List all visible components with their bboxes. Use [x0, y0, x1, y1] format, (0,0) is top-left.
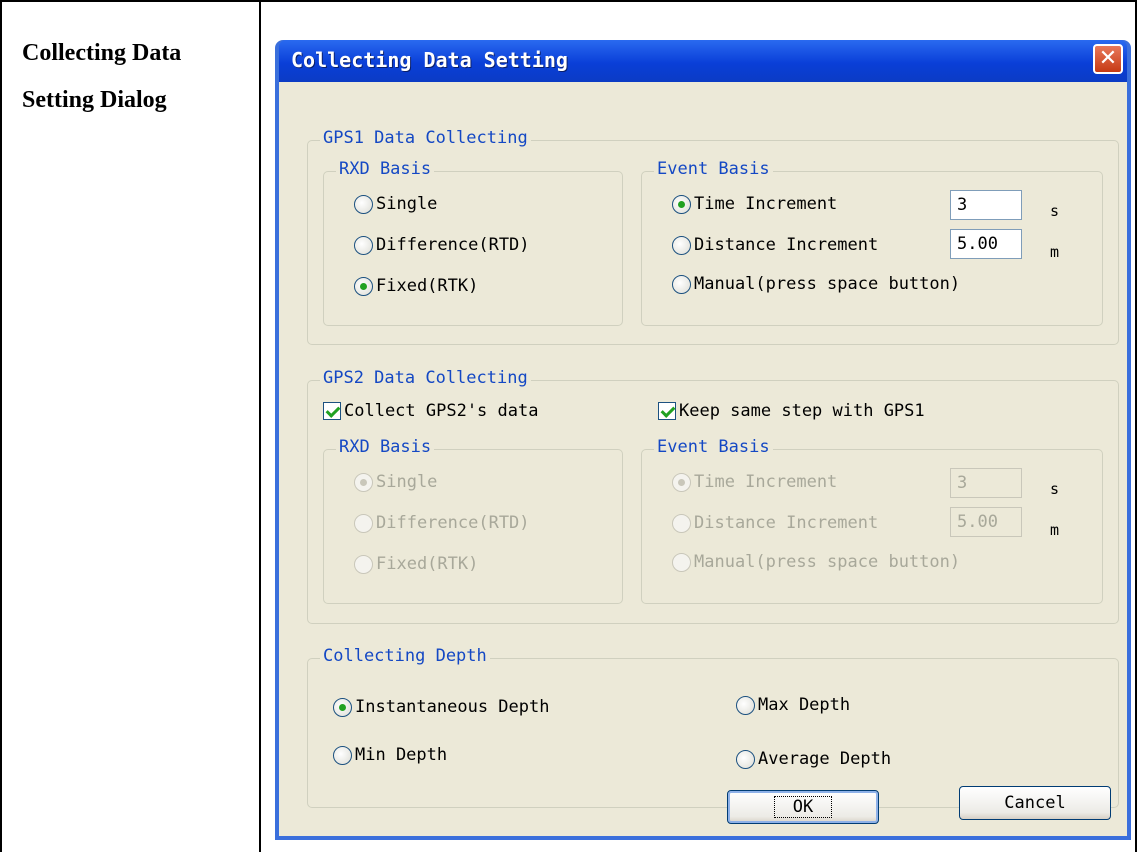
max-depth-label: Max Depth	[758, 695, 851, 715]
gps1-rxd-fixed-radio[interactable]: Fixed(RTK)	[354, 276, 478, 296]
gps1-distance-unit: m	[1050, 243, 1060, 261]
gps2-time-unit: s	[1050, 480, 1060, 498]
gps1-time-unit: s	[1050, 202, 1060, 220]
ok-button-label: OK	[773, 796, 833, 818]
radio-icon	[672, 552, 691, 572]
gps2-rxd-fixed-radio: Fixed(RTK)	[354, 554, 478, 574]
table-row-label: Collecting Data Setting Dialog	[22, 40, 182, 113]
gps2-rxd-legend: RXD Basis	[336, 437, 435, 457]
gps1-distance-increment-radio[interactable]: Distance Increment	[672, 235, 878, 255]
gps2-rxd-single-radio: Single	[354, 472, 437, 492]
max-depth-radio[interactable]: Max Depth	[736, 695, 850, 715]
gps2-time-increment-input	[950, 468, 1022, 498]
gps1-distance-increment-input[interactable]	[950, 229, 1022, 259]
dialog-title: Collecting Data Setting	[291, 48, 568, 72]
keep-same-step-label: Keep same step with GPS1	[679, 401, 925, 421]
keep-same-step-checkbox[interactable]: Keep same step with GPS1	[658, 401, 925, 421]
gps1-time-increment-input[interactable]	[950, 190, 1022, 220]
gps1-event-legend: Event Basis	[654, 159, 773, 179]
gps2-distance-increment-radio: Distance Increment	[672, 513, 878, 533]
gps1-rxd-legend: RXD Basis	[336, 159, 435, 179]
collecting-data-setting-dialog: Collecting Data Setting ✕ GPS1 Data Coll…	[275, 40, 1131, 840]
radio-icon	[354, 513, 373, 533]
radio-checked-icon	[672, 472, 691, 492]
average-depth-radio[interactable]: Average Depth	[736, 749, 891, 769]
close-button[interactable]: ✕	[1093, 44, 1123, 74]
gps2-event-group: Event Basis Time Increment s Distance In…	[641, 437, 1103, 604]
gps2-rxd-difference-radio: Difference(RTD)	[354, 513, 530, 533]
gps1-time-increment-radio[interactable]: Time Increment	[672, 194, 837, 214]
gps2-event-legend: Event Basis	[654, 437, 773, 457]
checkbox-checked-icon	[658, 402, 676, 420]
depth-legend: Collecting Depth	[320, 646, 490, 666]
radio-checked-icon	[354, 472, 373, 492]
gps1-rxd-difference-radio[interactable]: Difference(RTD)	[354, 235, 530, 255]
min-depth-radio[interactable]: Min Depth	[333, 745, 447, 765]
gps2-time-increment-radio: Time Increment	[672, 472, 837, 492]
gps1-group: GPS1 Data Collecting RXD Basis Single Di…	[307, 128, 1119, 345]
table-column-divider	[259, 0, 261, 852]
gps2-time-increment-label: Time Increment	[694, 472, 838, 492]
gps1-event-group: Event Basis Time Increment s Distance In…	[641, 159, 1103, 326]
radio-icon	[736, 749, 755, 769]
ok-button[interactable]: OK	[727, 790, 879, 824]
gps2-rxd-fixed-label: Fixed(RTK)	[376, 554, 479, 574]
table-border-top	[0, 0, 1137, 2]
gps2-rxd-difference-label: Difference(RTD)	[376, 513, 530, 533]
gps2-distance-unit: m	[1050, 521, 1060, 539]
radio-icon	[354, 194, 373, 214]
collect-gps2-label: Collect GPS2's data	[344, 401, 539, 421]
gps1-rxd-single-radio[interactable]: Single	[354, 194, 437, 214]
gps1-rxd-single-label: Single	[376, 194, 438, 214]
gps2-group: GPS2 Data Collecting Collect GPS2's data…	[307, 368, 1119, 624]
instantaneous-depth-label: Instantaneous Depth	[355, 697, 550, 717]
radio-icon	[736, 695, 755, 715]
cancel-button[interactable]: Cancel	[959, 786, 1111, 820]
gps2-manual-radio: Manual(press space button)	[672, 552, 960, 572]
radio-icon	[672, 513, 691, 533]
gps2-distance-increment-label: Distance Increment	[694, 513, 879, 533]
gps1-manual-radio[interactable]: Manual(press space button)	[672, 274, 960, 294]
radio-icon	[333, 745, 352, 765]
checkbox-checked-icon	[323, 402, 341, 420]
average-depth-label: Average Depth	[758, 749, 892, 769]
radio-checked-icon	[354, 276, 373, 296]
gps1-rxd-group: RXD Basis Single Difference(RTD) Fixed(R…	[323, 159, 623, 326]
dialog-client-area: GPS1 Data Collecting RXD Basis Single Di…	[279, 82, 1127, 836]
gps1-distance-increment-label: Distance Increment	[694, 235, 879, 255]
radio-icon	[672, 235, 691, 255]
radio-checked-icon	[672, 194, 691, 214]
instantaneous-depth-radio[interactable]: Instantaneous Depth	[333, 697, 549, 717]
gps1-manual-label: Manual(press space button)	[694, 274, 961, 294]
radio-checked-icon	[333, 697, 352, 717]
gps1-rxd-difference-label: Difference(RTD)	[376, 235, 530, 255]
close-icon: ✕	[1098, 46, 1118, 71]
gps1-time-increment-label: Time Increment	[694, 194, 838, 214]
cancel-button-label: Cancel	[1004, 793, 1066, 813]
gps2-rxd-single-label: Single	[376, 472, 438, 492]
min-depth-label: Min Depth	[355, 745, 448, 765]
gps1-legend: GPS1 Data Collecting	[320, 128, 531, 148]
gps2-distance-increment-input	[950, 507, 1022, 537]
gps2-legend: GPS2 Data Collecting	[320, 368, 531, 388]
radio-icon	[672, 274, 691, 294]
gps2-manual-label: Manual(press space button)	[694, 552, 961, 572]
gps1-rxd-fixed-label: Fixed(RTK)	[376, 276, 479, 296]
table-border-left	[0, 0, 2, 852]
collect-gps2-checkbox[interactable]: Collect GPS2's data	[323, 401, 538, 421]
radio-icon	[354, 554, 373, 574]
dialog-titlebar[interactable]: Collecting Data Setting ✕	[279, 40, 1127, 82]
radio-icon	[354, 235, 373, 255]
gps2-rxd-group: RXD Basis Single Difference(RTD) Fixed(R…	[323, 437, 623, 604]
